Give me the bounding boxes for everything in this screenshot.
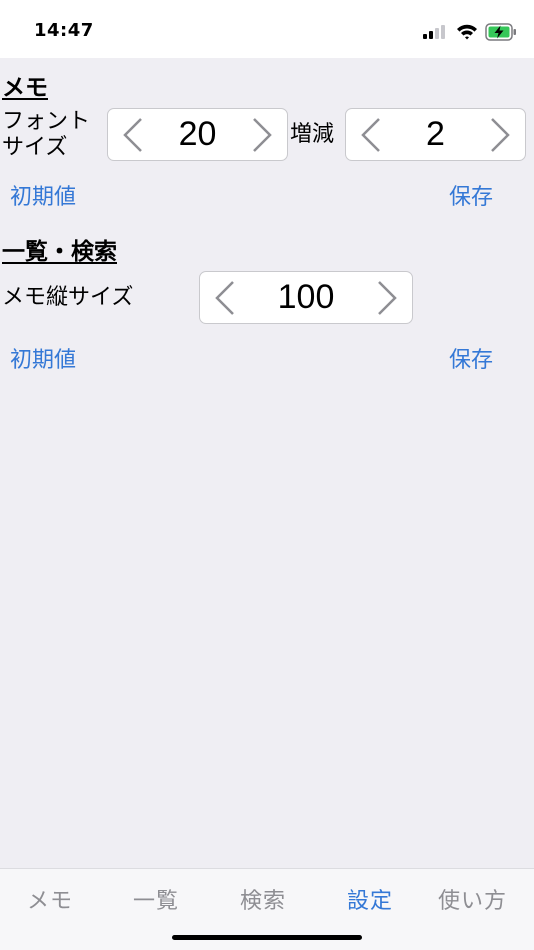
list-search-section-title: 一覧・検索 <box>2 239 117 265</box>
memo-height-label: メモ縦サイズ <box>2 285 134 310</box>
chevron-right-icon[interactable] <box>376 280 398 316</box>
tab-settings[interactable]: 設定 <box>347 883 393 915</box>
memo-reset-button[interactable]: 初期値 <box>10 179 76 211</box>
step-label: 増減 <box>290 122 335 147</box>
chevron-right-icon[interactable] <box>251 117 273 153</box>
tab-how-to-use[interactable]: 使い方 <box>438 883 507 915</box>
tab-search[interactable]: 検索 <box>240 883 286 915</box>
step-stepper[interactable]: 2 <box>345 108 526 161</box>
memo-height-stepper[interactable]: 100 <box>199 271 413 324</box>
wifi-icon <box>457 24 477 40</box>
tab-memo[interactable]: メモ <box>27 883 73 915</box>
memo-save-button[interactable]: 保存 <box>449 179 493 211</box>
memo-section-title: メモ <box>2 75 48 101</box>
battery-charging-icon <box>485 23 516 41</box>
list-reset-button[interactable]: 初期値 <box>10 342 76 374</box>
font-size-label: フォント サイズ <box>2 109 91 160</box>
tab-list[interactable]: 一覧 <box>133 883 179 915</box>
chevron-right-icon[interactable] <box>489 117 511 153</box>
status-bar: 14:47 <box>0 0 534 58</box>
signal-icon <box>423 25 445 39</box>
font-size-stepper[interactable]: 20 <box>107 108 288 161</box>
home-indicator <box>172 935 362 940</box>
list-save-button[interactable]: 保存 <box>449 342 493 374</box>
status-time: 14:47 <box>34 20 94 41</box>
